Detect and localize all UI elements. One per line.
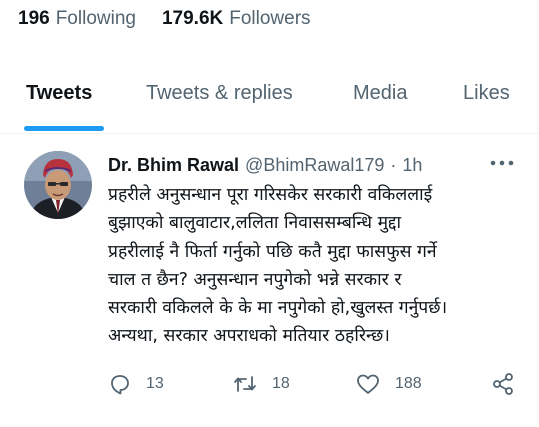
tab-media[interactable]: Media [353, 82, 407, 105]
followers-count: 179.6K [161, 8, 224, 29]
tweet-text-line: प्रहरीले अनुसन्धान पूरा गरिसकेर सरकारी व… [108, 185, 433, 205]
tweet-text-line: चाल त छैन? अनुसन्धान नपुगेको भन्ने सरकार… [108, 269, 402, 290]
retweet-icon [234, 376, 256, 392]
like-count: 188 [395, 375, 422, 392]
author-handle[interactable]: @BhimRawal179 [245, 155, 384, 176]
avatar-image [24, 151, 92, 219]
tab-tweets[interactable]: Tweets [26, 82, 92, 105]
reply-count: 13 [146, 375, 164, 392]
tweet-text-line: अन्यथा, सरकार अपराधको मतियार ठहरिन्छ। [108, 326, 390, 347]
reply-icon [111, 375, 129, 395]
following-count: 196 [18, 8, 50, 29]
heart-icon [357, 374, 379, 394]
following-stat[interactable]: 196 Following [18, 8, 136, 30]
followers-stat[interactable]: 179.6K Followers [162, 8, 311, 30]
share-button[interactable] [491, 372, 515, 396]
profile-tabs: Tweets Tweets & replies Media Likes [0, 70, 539, 134]
like-button[interactable]: 188 [355, 372, 422, 396]
profile-stats: 196 Following 179.6K Followers [18, 8, 311, 30]
more-horizontal-icon[interactable] [488, 153, 516, 173]
tweet-header: Dr. Bhim Rawal @BhimRawal179 · 1h [108, 155, 422, 176]
retweet-count: 18 [272, 375, 290, 392]
avatar[interactable] [24, 151, 92, 219]
reply-button[interactable]: 13 [108, 372, 164, 396]
tweet-text-line: सरकारी वकिलले के के मा नपुगेको हो,खुलस्त… [108, 298, 448, 319]
header-separator: · [390, 155, 397, 175]
share-icon [493, 373, 513, 395]
tweet-time[interactable]: 1h [402, 155, 422, 176]
following-label: Following [55, 8, 136, 29]
tweet-text-line: बुझाएको बालुवाटार,ललिता निवाससम्बन्धि मु… [108, 213, 402, 234]
tweet-actions: 13 18 188 [0, 372, 539, 402]
author-name[interactable]: Dr. Bhim Rawal [108, 155, 239, 176]
active-tab-indicator [24, 126, 104, 131]
tweet-text-line: प्रहरीलाई नै फिर्ता गर्नुको पछि कतै मुद्… [108, 241, 437, 262]
tweet-text: प्रहरीले अनुसन्धान पूरा गरिसकेर सरकारी व… [108, 181, 528, 351]
tab-tweets-and-replies[interactable]: Tweets & replies [146, 82, 293, 105]
retweet-button[interactable]: 18 [232, 372, 290, 396]
tab-likes[interactable]: Likes [463, 82, 510, 105]
followers-label: Followers [229, 8, 311, 29]
tweet[interactable]: Dr. Bhim Rawal @BhimRawal179 · 1h प्रहरी… [0, 135, 539, 427]
